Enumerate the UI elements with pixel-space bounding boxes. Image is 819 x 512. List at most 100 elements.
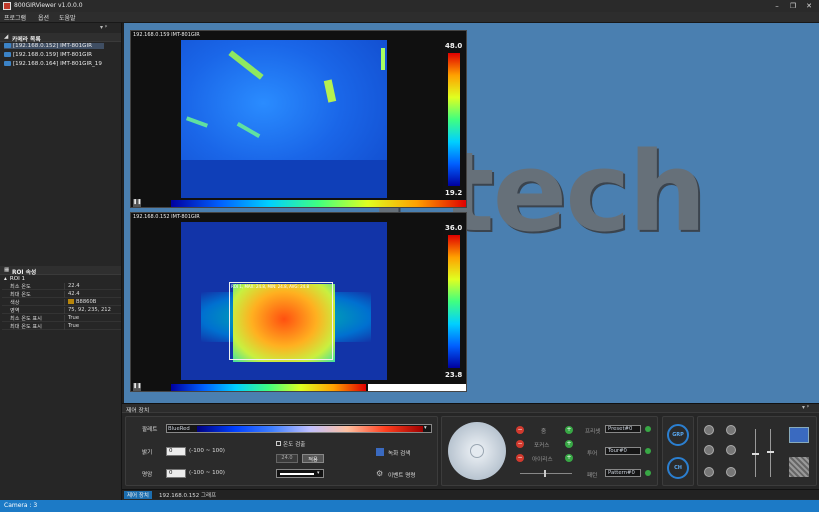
prop-row[interactable]: 색상 B8860B: [2, 299, 121, 307]
camera-item[interactable]: [192.168.0.152] IMT-801GIR: [4, 43, 104, 49]
view-label: 192.168.0.152 IMT-801GIR: [133, 214, 200, 220]
contrast-label: 명암: [142, 472, 153, 478]
control-panel-header: 제어 장치 ▾ ᵖ: [122, 404, 819, 414]
focus-plus-button[interactable]: +: [565, 440, 573, 448]
temp-value-field[interactable]: 24.0: [276, 454, 298, 463]
brightness-label: 밝기: [142, 450, 153, 456]
camera-item[interactable]: [192.168.0.164] IMT-801GIR_19: [4, 61, 102, 67]
zoom-plus-button[interactable]: +: [565, 426, 573, 434]
camera-icon: [4, 43, 11, 48]
ch-button[interactable]: CH: [667, 457, 689, 479]
contrast-spinner[interactable]: 0: [166, 469, 186, 478]
tab-control[interactable]: 제어 장치: [124, 491, 152, 499]
tour-select[interactable]: Tour#0: [605, 447, 641, 455]
pattern-play-icon[interactable]: [645, 470, 651, 476]
menu-help[interactable]: 도움말: [59, 13, 76, 22]
camera-add-icon[interactable]: [704, 445, 714, 455]
title-bar: 800GIRViewer v1.0.0.0 – ❐ ✕: [0, 0, 819, 12]
window-title: 800GIRViewer v1.0.0.0: [14, 2, 83, 9]
roi-props-header: ▦ ROI 속성: [0, 266, 121, 276]
menu-program[interactable]: 프로그램: [4, 13, 26, 22]
iris-minus-button[interactable]: −: [516, 454, 524, 462]
camera-settings-icon[interactable]: [704, 425, 714, 435]
ptz-group: − 줌 + − 포커스 + − 아이리스 + 프리셋 Preset#0 투어 T…: [441, 416, 658, 486]
pause-icon[interactable]: ❚❚: [133, 199, 141, 207]
prop-row[interactable]: 최대 온도 42.4: [2, 291, 121, 299]
grp-button[interactable]: GRP: [667, 424, 689, 446]
tour-label: 투어: [587, 451, 598, 457]
close-icon[interactable]: ✕: [802, 1, 816, 11]
zoom-minus-button[interactable]: −: [516, 426, 524, 434]
vertical-slider[interactable]: [752, 429, 759, 477]
preset-select[interactable]: Preset#0: [605, 425, 641, 433]
collapse-icon[interactable]: ◢: [4, 34, 8, 40]
refresh-icon[interactable]: [789, 427, 809, 443]
camera-item-label: [192.168.0.164] IMT-801GIR_19: [13, 61, 102, 67]
zoom-label: 줌: [541, 429, 547, 435]
menu-options[interactable]: 옵션: [38, 13, 49, 22]
app-icon: [3, 2, 11, 10]
camera-remove-icon[interactable]: [704, 467, 714, 477]
scale-min: 23.8: [445, 371, 463, 379]
focus-label: 포커스: [534, 443, 550, 449]
prop-row[interactable]: 최소 온도 22.4: [2, 283, 121, 291]
panel-pin-icon[interactable]: ▾ ᵖ: [802, 405, 809, 411]
temp-scale: 36.0 23.8: [443, 222, 465, 380]
prop-row[interactable]: 최대 온도 표시 True: [2, 323, 121, 331]
speed-slider[interactable]: [520, 470, 572, 477]
camera-item-label: [192.168.0.159] IMT-801GIR: [13, 52, 93, 58]
camera-list-title: 카메라 목록: [12, 37, 41, 43]
control-panel-title: 제어 장치: [126, 408, 150, 414]
camera-list-header: ◢ 카메라 목록: [0, 33, 121, 43]
apply-button[interactable]: 적용: [302, 454, 324, 463]
vertical-slider[interactable]: [767, 429, 774, 477]
roi-icon: ▦: [4, 267, 10, 273]
camera-settings-icon[interactable]: [726, 425, 736, 435]
camera-add-icon[interactable]: [726, 445, 736, 455]
bottom-tab-bar: 제어 장치 192.168.0.152 그래프: [122, 489, 819, 499]
scale-max: 36.0: [445, 224, 463, 232]
palette-bar: [171, 200, 466, 207]
color-select[interactable]: ▾: [276, 469, 324, 478]
palette-bar: [171, 384, 366, 391]
view-label: 192.168.0.159 IMT-801GIR: [133, 32, 200, 38]
gear-icon: ⚙: [376, 469, 384, 478]
tools-group: [697, 416, 817, 486]
maximize-icon[interactable]: ❐: [786, 1, 800, 11]
thermal-view-2[interactable]: 192.168.0.152 IMT-801GIR ROI 1, MAX: 24.…: [130, 212, 467, 392]
record-search-button[interactable]: 녹화 검색: [388, 449, 410, 457]
color-swatch: [68, 299, 74, 304]
tab-graph[interactable]: 192.168.0.152 그래프: [156, 491, 219, 499]
panel-pin-icon[interactable]: ▾ ᵖ: [100, 24, 108, 31]
prop-row[interactable]: 영역 75, 92, 235, 212: [2, 307, 121, 315]
camera-item[interactable]: [192.168.0.159] IMT-801GIR: [4, 52, 92, 58]
camera-remove-icon[interactable]: [726, 467, 736, 477]
temp-detect-checkbox[interactable]: 온도 검출: [276, 440, 305, 448]
scale-min: 19.2: [445, 189, 463, 197]
tour-play-icon[interactable]: [645, 448, 651, 454]
contrast-range: (-100 ~ 100): [189, 470, 225, 476]
grid-icon[interactable]: [789, 457, 809, 477]
brightness-spinner[interactable]: 0: [166, 447, 186, 456]
preset-play-icon[interactable]: [645, 426, 651, 432]
prop-row[interactable]: 최소 온도 표시 True: [2, 315, 121, 323]
ptz-joystick[interactable]: [448, 422, 506, 480]
iris-label: 아이리스: [532, 457, 553, 463]
focus-minus-button[interactable]: −: [516, 440, 524, 448]
image-settings-group: 팔레트 BlueRed ▾ 온도 검출 밝기 0 (-100 ~ 100) 명암…: [125, 416, 438, 486]
roi-label: ROI 1, MAX: 24.8, MIN: 24.8, AVG: 24.8: [231, 284, 309, 289]
event-log-button[interactable]: 이벤트 명령: [388, 471, 416, 479]
brightness-range: (-100 ~ 100): [189, 448, 225, 454]
roi-box[interactable]: [229, 282, 333, 360]
thermal-view-1[interactable]: 192.168.0.159 IMT-801GIR 48.0 19.2 ❚❚: [130, 30, 467, 208]
minimize-icon[interactable]: –: [770, 1, 784, 11]
thermal-image: [181, 40, 387, 198]
palette-label: 팔레트: [142, 427, 158, 433]
palette-select[interactable]: BlueRed ▾: [166, 424, 432, 433]
camera-icon: [4, 52, 11, 57]
iris-plus-button[interactable]: +: [565, 454, 573, 462]
temp-scale: 48.0 19.2: [443, 40, 465, 198]
pattern-select[interactable]: Pattern#0: [605, 469, 641, 477]
menu-bar: 프로그램 옵션 도움말: [0, 12, 819, 23]
pause-icon[interactable]: ❚❚: [133, 383, 141, 391]
